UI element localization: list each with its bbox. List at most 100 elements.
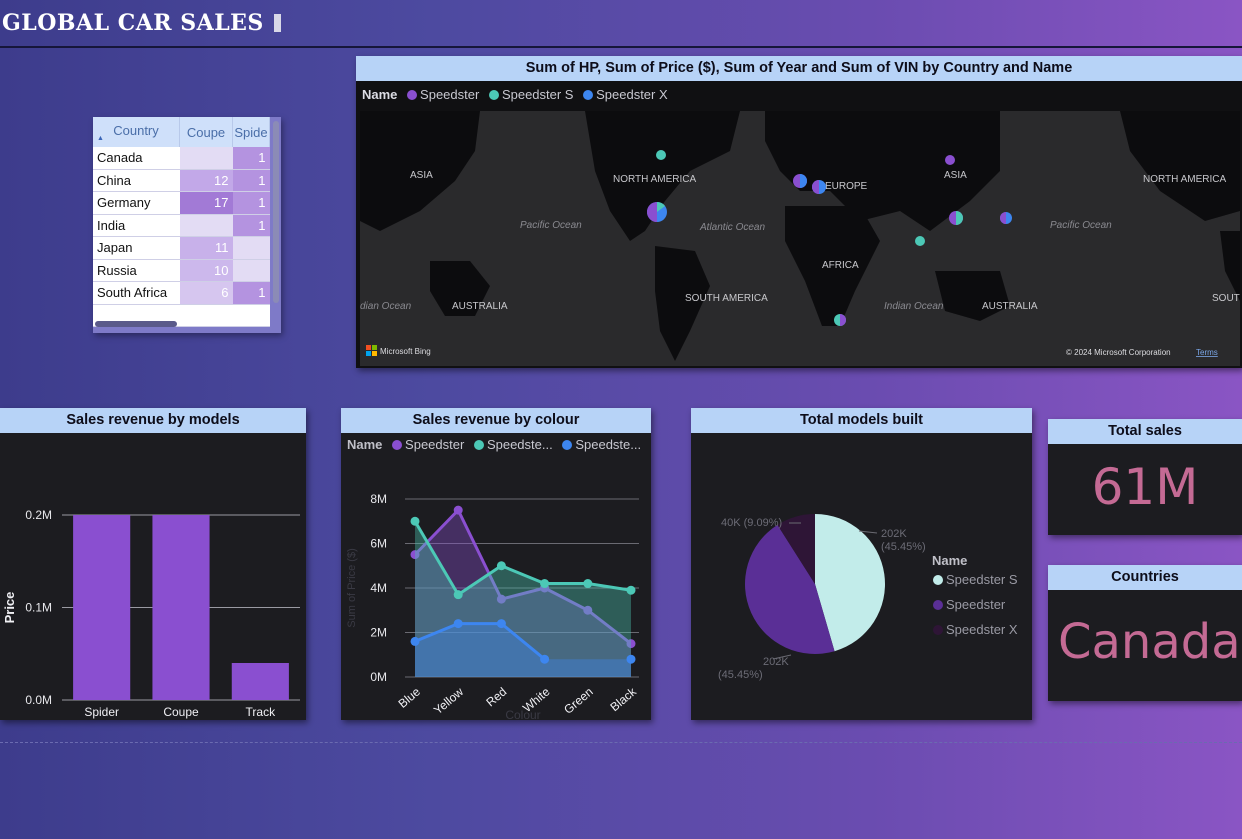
legend-item[interactable]: Speedste... xyxy=(575,437,641,452)
legend-dot xyxy=(473,440,484,450)
data-point xyxy=(626,654,636,664)
map-copyright: © 2024 Microsoft Corporation xyxy=(1066,348,1171,357)
map-bubble[interactable] xyxy=(656,150,666,160)
spider-cell: 1 xyxy=(232,214,270,237)
coupe-cell xyxy=(179,214,233,237)
x-tick-label: Blue xyxy=(396,684,424,710)
map-label: Pacific Ocean xyxy=(520,220,582,231)
vertical-scrollbar[interactable] xyxy=(273,121,279,303)
slice-pct: (45.45%) xyxy=(718,669,763,681)
total-sales-card: Total sales 61M xyxy=(1048,419,1242,535)
column-header-country[interactable]: Country ▲ xyxy=(93,117,180,147)
coupe-cell: 6 xyxy=(179,281,233,305)
column-header-spider[interactable]: Spide xyxy=(232,117,270,147)
legend-item[interactable]: Speedster xyxy=(420,87,479,102)
table-row[interactable]: South Africa 6 1 xyxy=(93,281,270,305)
data-point xyxy=(453,590,463,600)
y-tick-label: 0.1M xyxy=(25,601,52,615)
data-point xyxy=(540,579,550,589)
data-point xyxy=(453,505,463,515)
legend-dot xyxy=(583,90,594,100)
map-label: AUSTRALIA xyxy=(452,301,508,312)
bar xyxy=(73,515,131,700)
world-map[interactable]: ASIA NORTH AMERICA EUROPE ASIA NORTH AME… xyxy=(360,111,1240,366)
title-marker xyxy=(273,14,281,32)
country-table[interactable]: Country ▲ Coupe Spide Canada 1 China 12 1 Ge… xyxy=(93,117,281,333)
table-row[interactable]: Japan 11 xyxy=(93,236,270,260)
map-label: SOUTH AMERICA xyxy=(685,293,768,304)
y-axis-label: Sum of Price ($) xyxy=(346,548,358,627)
x-tick-label: Coupe xyxy=(163,705,199,719)
empty-cell xyxy=(179,304,233,327)
x-tick-label: Yellow xyxy=(431,684,466,717)
card-title: Countries xyxy=(1048,565,1242,590)
pie-chart-panel: Total models built 202K (45.45%) 202K (45.4… xyxy=(691,408,1032,720)
map-bubble[interactable] xyxy=(915,236,925,246)
table-row[interactable]: Germany 17 1 xyxy=(93,191,270,215)
map-label: Indian Ocean xyxy=(884,301,944,312)
legend-dot xyxy=(933,600,943,610)
map-label: NORTH AMERICA xyxy=(1143,174,1226,185)
y-tick-label: 6M xyxy=(370,537,387,551)
bar-chart[interactable]: 0.0M0.1M0.2MPriceSpiderCoupeTrackType xyxy=(0,433,306,739)
map-label: Pacific Ocean xyxy=(1050,220,1112,231)
area-legend: Name Speedster Speedste... Speedste... xyxy=(341,433,651,457)
slice-label: 40K (9.09%) xyxy=(721,517,782,529)
bar-chart-panel: Sales revenue by models 0.0M 0.1M 0.2M Pric… xyxy=(0,408,306,739)
map-terms-link[interactable]: Terms xyxy=(1196,348,1218,357)
area-chart-title: Sales revenue by colour xyxy=(341,408,651,433)
x-axis-label: Colour xyxy=(505,708,540,720)
spider-cell: 1 xyxy=(232,281,270,305)
legend-item[interactable]: Speedster xyxy=(405,437,464,452)
legend-item: Speedster S xyxy=(946,572,1018,587)
y-tick-label: 0.0M xyxy=(25,693,52,707)
table-row[interactable]: Canada 1 xyxy=(93,147,270,170)
pie-chart[interactable]: 202K(45.45%)202K(45.45%)40K (9.09%)NameS… xyxy=(691,433,1032,720)
horizontal-scrollbar[interactable] xyxy=(95,321,177,327)
legend-item[interactable]: Speedster X xyxy=(596,87,668,102)
bar xyxy=(231,663,289,700)
map-panel: Sum of HP, Sum of Price ($), Sum of Year… xyxy=(356,56,1242,368)
y-tick-label: 4M xyxy=(370,581,387,595)
map-bubble[interactable] xyxy=(945,155,955,165)
legend-dot xyxy=(407,90,418,100)
legend-item: Speedster X xyxy=(946,622,1018,637)
empty-cell xyxy=(232,304,270,327)
country-cell: India xyxy=(93,214,180,237)
spider-cell: 1 xyxy=(232,147,270,170)
x-tick-label: Red xyxy=(483,685,509,710)
coupe-cell: 11 xyxy=(179,236,233,260)
y-axis-label: Price xyxy=(2,592,17,624)
map-label: dian Ocean xyxy=(360,301,412,312)
spider-cell: 1 xyxy=(232,169,270,192)
map-label: ASIA xyxy=(944,170,967,181)
y-tick-label: 0M xyxy=(370,670,387,684)
legend-title: Name xyxy=(347,437,383,452)
card-title: Total sales xyxy=(1048,419,1242,444)
table-row[interactable]: India 1 xyxy=(93,214,270,237)
coupe-cell xyxy=(179,147,233,170)
coupe-cell: 12 xyxy=(179,169,233,192)
data-point xyxy=(626,585,636,595)
data-point xyxy=(583,579,593,589)
country-cell: Germany xyxy=(93,191,180,215)
map-title: Sum of HP, Sum of Price ($), Sum of Year… xyxy=(356,56,1242,81)
country-cell: China xyxy=(93,169,180,192)
page-divider xyxy=(0,742,1242,743)
slice-label: 202K xyxy=(763,656,789,668)
top-bar: GLOBAL CAR SALES xyxy=(0,0,1242,48)
table-row[interactable]: China 12 1 xyxy=(93,169,270,192)
spider-cell xyxy=(232,259,270,282)
table-row[interactable]: Russia 10 xyxy=(93,259,270,282)
data-point xyxy=(540,654,550,664)
legend-item[interactable]: Speedste... xyxy=(487,437,553,452)
legend-item[interactable]: Speedster S xyxy=(502,87,574,102)
column-header-coupe[interactable]: Coupe xyxy=(179,117,233,147)
legend-dot xyxy=(933,625,943,635)
map-label: NORTH AMERICA xyxy=(613,174,696,185)
map-label: AFRICA xyxy=(822,260,859,271)
legend-dot xyxy=(933,575,943,585)
x-tick-label: Track xyxy=(246,705,277,719)
country-cell: Canada xyxy=(93,147,180,170)
area-chart[interactable]: 0M2M4M6M8MSum of Price ($)Blue Yellow Red W… xyxy=(341,457,651,722)
